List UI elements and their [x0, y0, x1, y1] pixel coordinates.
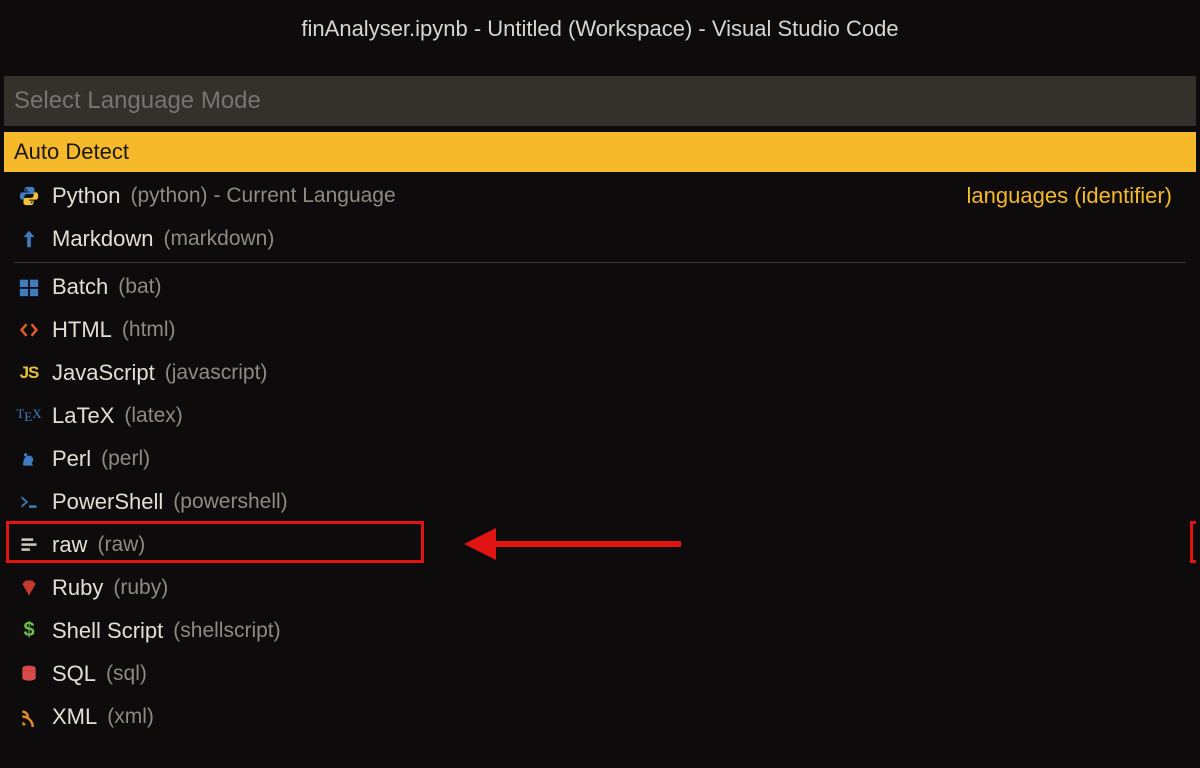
- language-item-ruby[interactable]: Ruby (ruby): [4, 566, 1196, 609]
- language-item-perl[interactable]: Perl (perl): [4, 437, 1196, 480]
- language-item-shellscript[interactable]: $ Shell Script (shellscript): [4, 609, 1196, 652]
- language-id: (xml): [107, 705, 154, 729]
- language-item-html[interactable]: HTML (html): [4, 308, 1196, 351]
- language-id: (javascript): [165, 361, 268, 385]
- language-name: SQL: [52, 661, 96, 687]
- language-id: (markdown): [163, 227, 274, 251]
- language-list: Batch (bat) HTML (html) JS JavaScript (j…: [4, 265, 1196, 738]
- python-icon: [14, 185, 44, 207]
- language-id: (powershell): [173, 490, 287, 514]
- language-name: LaTeX: [52, 403, 114, 429]
- language-id: (python): [131, 184, 208, 208]
- language-id: (shellscript): [173, 619, 280, 643]
- list-divider: [14, 262, 1186, 263]
- language-name: PowerShell: [52, 489, 163, 515]
- language-item-xml[interactable]: XML (xml): [4, 695, 1196, 738]
- language-list-top: Python (python) - Current Language langu…: [4, 174, 1196, 260]
- auto-detect-label: Auto Detect: [14, 139, 129, 165]
- powershell-icon: [14, 492, 44, 512]
- language-item-batch[interactable]: Batch (bat): [4, 265, 1196, 308]
- window-title: finAnalyser.ipynb - Untitled (Workspace)…: [0, 0, 1200, 58]
- language-item-latex[interactable]: TEX LaTeX (latex): [4, 394, 1196, 437]
- language-item-sql[interactable]: SQL (sql): [4, 652, 1196, 695]
- sql-icon: [14, 664, 44, 684]
- html-icon: [14, 320, 44, 340]
- language-name: raw: [52, 532, 87, 558]
- language-picker: Auto Detect Python (python) - Current La…: [4, 76, 1196, 738]
- language-id: (html): [122, 318, 176, 342]
- language-id: (raw): [97, 533, 145, 557]
- xml-icon: [14, 707, 44, 727]
- language-name: Shell Script: [52, 618, 163, 644]
- language-item-raw[interactable]: raw (raw): [4, 523, 1196, 566]
- language-name: Markdown: [52, 226, 153, 252]
- language-picker-input[interactable]: [4, 76, 1196, 126]
- ruby-icon: [14, 578, 44, 598]
- language-id: (latex): [124, 404, 182, 428]
- language-item-python[interactable]: Python (python) - Current Language langu…: [4, 174, 1196, 217]
- shell-icon: $: [14, 619, 44, 642]
- language-name: JavaScript: [52, 360, 155, 386]
- languages-identifier-hint: languages (identifier): [967, 183, 1186, 209]
- title-text: finAnalyser.ipynb - Untitled (Workspace)…: [301, 16, 898, 42]
- raw-icon: [14, 535, 44, 555]
- auto-detect-item[interactable]: Auto Detect: [4, 132, 1196, 172]
- language-name: XML: [52, 704, 97, 730]
- language-id: (ruby): [113, 576, 168, 600]
- language-name: Python: [52, 183, 121, 209]
- batch-icon: [14, 276, 44, 298]
- javascript-icon: JS: [14, 363, 44, 383]
- annotation-right-edge: [1190, 521, 1196, 563]
- language-id: (sql): [106, 662, 147, 686]
- latex-icon: TEX: [14, 406, 44, 425]
- markdown-icon: [14, 228, 44, 250]
- language-name: Batch: [52, 274, 108, 300]
- language-name: Perl: [52, 446, 91, 472]
- vscode-window: finAnalyser.ipynb - Untitled (Workspace)…: [0, 0, 1200, 768]
- language-item-markdown[interactable]: Markdown (markdown): [4, 217, 1196, 260]
- perl-icon: [14, 449, 44, 469]
- language-item-powershell[interactable]: PowerShell (powershell): [4, 480, 1196, 523]
- language-name: HTML: [52, 317, 112, 343]
- language-suffix: - Current Language: [214, 184, 396, 208]
- language-name: Ruby: [52, 575, 103, 601]
- language-id: (perl): [101, 447, 150, 471]
- language-item-javascript[interactable]: JS JavaScript (javascript): [4, 351, 1196, 394]
- language-id: (bat): [118, 275, 161, 299]
